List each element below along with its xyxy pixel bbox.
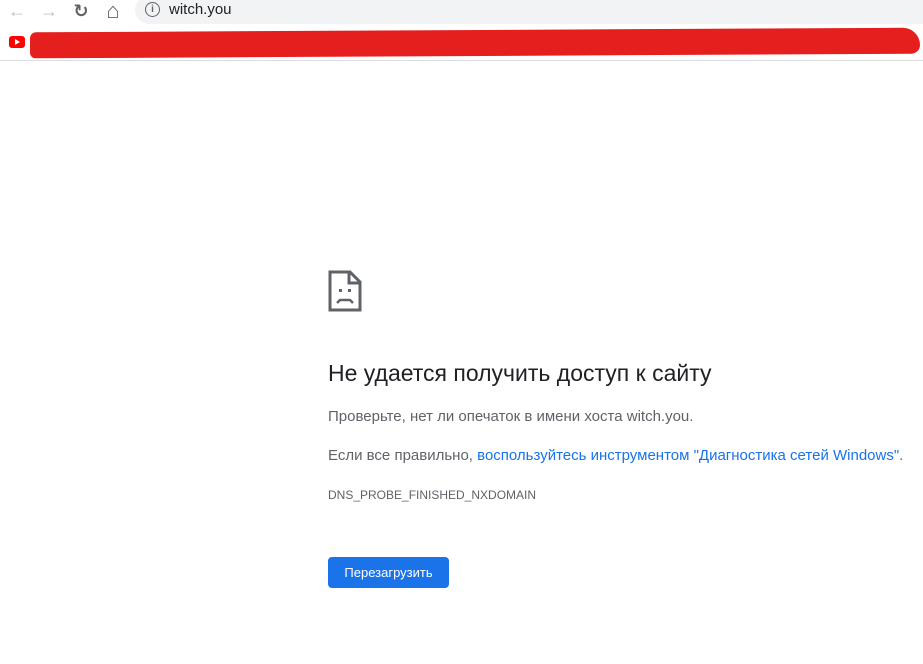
home-button[interactable]: ⌂ [102, 0, 124, 23]
suggestion-prefix: Если все правильно, [328, 447, 478, 464]
url-text[interactable]: witch.you [169, 1, 232, 18]
redacted-bookmarks [29, 27, 921, 59]
reload-page-button[interactable]: Перезагрузить [328, 557, 449, 588]
home-icon: ⌂ [106, 0, 120, 23]
back-arrow-icon: ← [8, 0, 26, 21]
sad-page-icon [328, 270, 362, 312]
check-text: Проверьте, нет ли опечаток в имени хоста… [328, 408, 694, 425]
back-button[interactable]: ← [6, 0, 28, 22]
error-code: DNS_PROBE_FINISHED_NXDOMAIN [328, 488, 537, 502]
address-bar[interactable]: i witch.you [135, 0, 923, 24]
bookmarks-bar [0, 26, 923, 61]
reload-button[interactable]: ↻ [70, 0, 92, 22]
browser-toolbar: ← → ↻ ⌂ i witch.you [0, 0, 923, 26]
reload-icon: ↻ [73, 0, 89, 21]
error-title: Не удается получить доступ к сайту [328, 360, 712, 386]
youtube-icon[interactable] [9, 36, 25, 48]
forward-button[interactable]: → [38, 0, 60, 22]
network-diagnostics-link[interactable]: воспользуйтесь инструментом "Диагностика… [477, 447, 899, 464]
suggestion-suffix: . [899, 447, 904, 464]
forward-arrow-icon: → [40, 0, 58, 21]
suggestion-text: Если все правильно, воспользуйтесь инстр… [328, 447, 903, 464]
info-icon[interactable]: i [145, 2, 160, 17]
